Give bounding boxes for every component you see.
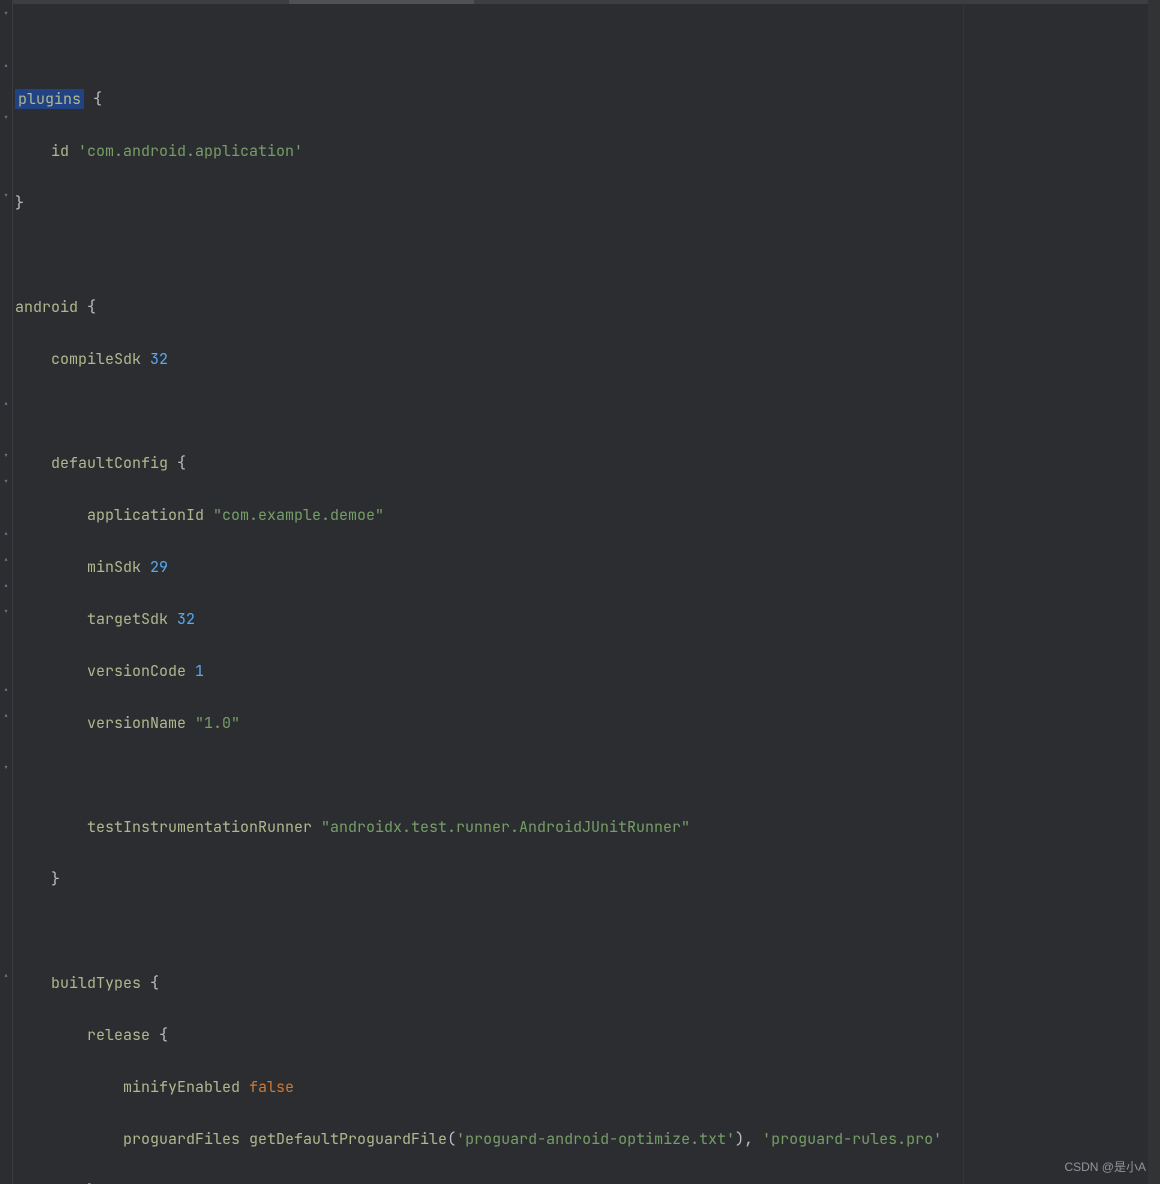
fold-icon[interactable]: ▴ <box>3 400 11 408</box>
fold-icon[interactable]: ▴ <box>3 582 11 590</box>
error-stripe[interactable] <box>1148 0 1160 1184</box>
code-line: compileSdk 32 <box>13 346 1160 372</box>
fold-icon[interactable]: ▾ <box>3 192 11 200</box>
fold-icon[interactable]: ▾ <box>3 764 11 772</box>
code-line: minSdk 29 <box>13 554 1160 580</box>
right-margin-guide <box>963 0 964 1184</box>
code-line <box>13 242 1160 268</box>
fold-icon[interactable]: ▾ <box>3 10 11 18</box>
code-line: } <box>13 866 1160 892</box>
code-line: id 'com.android.application' <box>13 138 1160 164</box>
code-editor[interactable]: ▾ ▴ ▾ ▾ ▴ ▾ ▾ ▴ ▴ ▴ ▾ ▴ ▴ ▾ ▴ plugins { … <box>0 0 1160 1184</box>
fold-icon[interactable]: ▾ <box>3 478 11 486</box>
fold-icon[interactable]: ▴ <box>3 686 11 694</box>
fold-icon[interactable]: ▴ <box>3 712 11 720</box>
code-line <box>13 762 1160 788</box>
code-line: versionName "1.0" <box>13 710 1160 736</box>
fold-icon[interactable]: ▾ <box>3 452 11 460</box>
code-line: versionCode 1 <box>13 658 1160 684</box>
fold-icon[interactable]: ▾ <box>3 114 11 122</box>
fold-icon[interactable]: ▾ <box>3 608 11 616</box>
watermark: CSDN @是小A <box>1064 1154 1146 1180</box>
gutter[interactable]: ▾ ▴ ▾ ▾ ▴ ▾ ▾ ▴ ▴ ▴ ▾ ▴ ▴ ▾ ▴ <box>0 0 13 1184</box>
code-line: release { <box>13 1022 1160 1048</box>
code-line: defaultConfig { <box>13 450 1160 476</box>
code-line: proguardFiles getDefaultProguardFile('pr… <box>13 1126 1160 1152</box>
selection: plugins <box>15 89 84 109</box>
fold-icon[interactable]: ▴ <box>3 556 11 564</box>
code-line <box>13 398 1160 424</box>
code-line: } <box>13 1178 1160 1184</box>
code-line <box>13 918 1160 944</box>
code-line: } <box>13 190 1160 216</box>
code-line: plugins { <box>13 86 1160 112</box>
code-line: minifyEnabled false <box>13 1074 1160 1100</box>
code-line: applicationId "com.example.demoe" <box>13 502 1160 528</box>
code-line: targetSdk 32 <box>13 606 1160 632</box>
code-line: android { <box>13 294 1160 320</box>
code-line: testInstrumentationRunner "androidx.test… <box>13 814 1160 840</box>
code-area[interactable]: plugins { id 'com.android.application' }… <box>13 0 1160 1184</box>
code-line: buildTypes { <box>13 970 1160 996</box>
fold-icon[interactable]: ▴ <box>3 530 11 538</box>
fold-icon[interactable]: ▴ <box>3 972 11 980</box>
fold-icon[interactable]: ▴ <box>3 62 11 70</box>
